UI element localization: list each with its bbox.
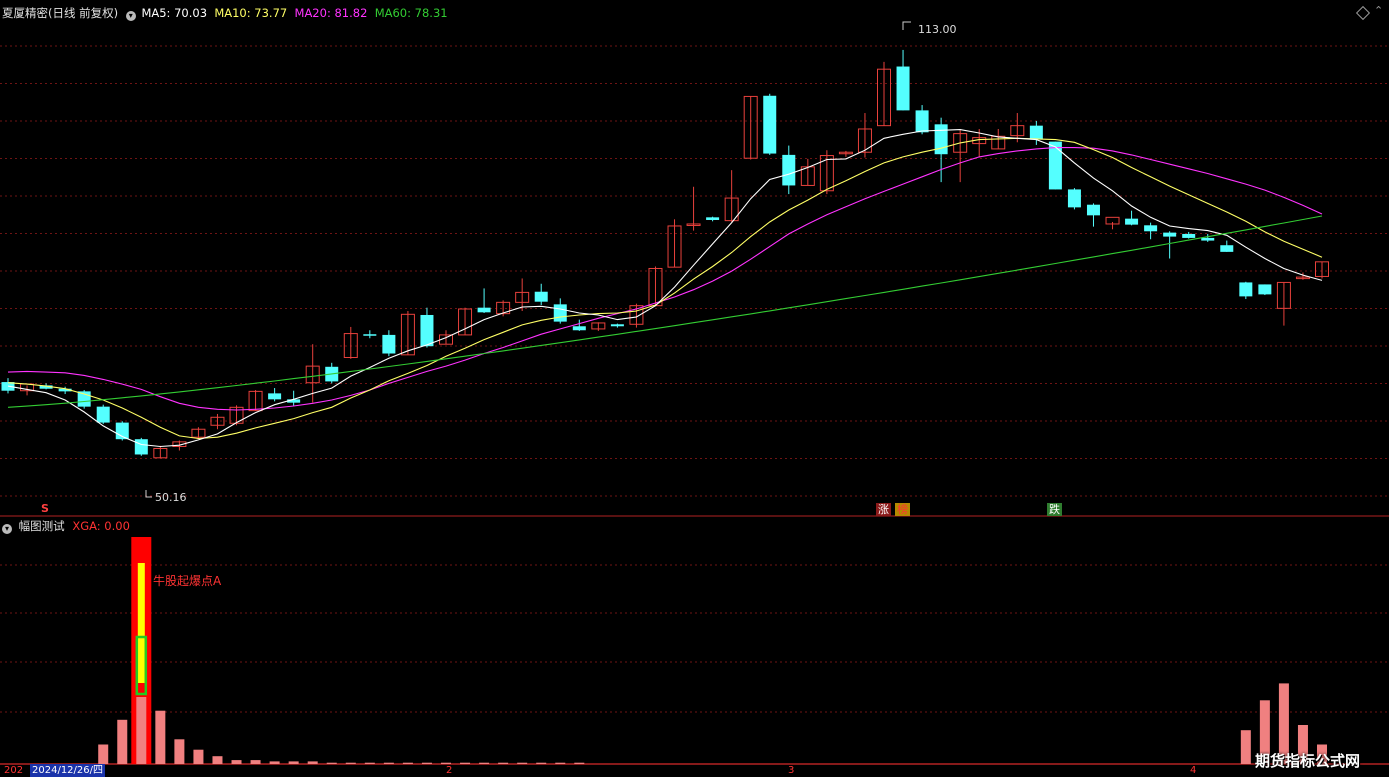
volume-bar [421,762,432,764]
candle-body-down [1239,282,1253,297]
xga-value: XGA: 0.00 [72,519,130,533]
tick-feb: 2 [446,765,453,776]
candle-body-down [477,307,491,313]
candle-body-down [1125,218,1139,225]
signal-volume-bar [136,697,147,764]
candle-body-down [420,314,434,347]
low-price-label: 50.16 [155,491,187,504]
candle-body-down [915,110,929,133]
ma10-line [7,137,1323,440]
volume-bar [1240,730,1251,764]
volume-bar [460,762,471,764]
chevron-up-icon[interactable]: ⌃ [1374,4,1383,17]
ma60-line [7,215,1323,408]
volume-bar [326,762,337,764]
volume-bar [231,760,242,764]
candle-body-down [1144,225,1158,232]
volume-bar [155,710,166,764]
chart-header: 夏厦精密(日线 前复权) ▾ MA5: 70.03 MA10: 73.77 MA… [2,6,448,21]
volume-bar [174,739,185,764]
indicator-header: ▾ 幅图测试 XGA: 0.00 [2,519,130,534]
candle-body-down [1029,125,1043,140]
candle-body-down [763,95,777,154]
candle-body-down [706,217,720,220]
volume-bar [307,761,318,764]
candle-body-down [782,154,796,186]
volume-bar [383,762,394,764]
volume-bar [555,762,566,764]
candle-body-down [534,291,548,302]
tick-apr: 4 [1190,765,1197,776]
watermark: 期货指标公式网 [1255,752,1361,770]
volume-bar [269,761,280,764]
volume-bar [345,762,356,764]
candle-body-down [1048,141,1062,190]
ma5-legend: MA5: 70.03 [141,6,208,20]
volume-bar [536,762,547,764]
volume-bar [364,762,375,764]
candle-body-down [1220,245,1234,252]
price-chart[interactable] [0,0,1389,777]
volume-bar [498,762,509,764]
high-price-label: 113.00 [918,23,957,36]
indicator-menu-icon[interactable]: ▾ [2,524,12,534]
candle-body-down [1258,284,1272,295]
ma20-line [7,147,1323,411]
candle-body-down [1086,204,1100,216]
candle-body-down [382,334,396,354]
ma10-legend: MA10: 73.77 [214,6,288,20]
rise-badge: 涨 [876,503,891,516]
ma5-line [7,129,1323,448]
volume-bar [117,719,128,764]
date-stub: 202 [4,765,24,776]
ma20-legend: MA20: 81.82 [294,6,368,20]
volume-bar [479,762,490,764]
candle-body-down [896,66,910,111]
candle-body-down [134,439,148,455]
candle-body-down [1201,237,1215,241]
stock-title: 夏厦精密(日线 前复权) [2,6,119,20]
candle-body-down [553,304,567,322]
volume-bar [402,762,413,764]
kline-chart-window: 夏厦精密(日线 前复权) ▾ MA5: 70.03 MA10: 73.77 MA… [0,0,1389,777]
volume-bar [98,744,109,764]
high-leader [902,21,911,30]
toggle-ma-icon[interactable]: ▾ [125,11,136,21]
tick-mar: 3 [788,765,795,776]
volume-bar [193,749,204,764]
candle-body-down [363,334,377,336]
signal-inner-yellow [137,563,145,683]
candle-body-down [572,326,586,331]
volume-bar [517,762,528,764]
cursor-date: 2024/12/26/四 [30,764,106,777]
signal-label: 牛股起爆点A [153,574,222,588]
volume-bar [574,762,585,764]
rank-badge: 榜 [895,503,910,516]
candle-body-down [610,324,624,327]
candle-body-down [1182,233,1196,238]
ma60-legend: MA60: 78.31 [374,6,448,20]
sell-signal-marker: S [41,502,49,515]
candle-body-down [934,124,948,155]
volume-bar [250,760,261,764]
candle-body-down [96,406,110,423]
indicator-title: 幅图测试 [18,519,65,533]
candle-body-down [268,393,282,400]
volume-bar [212,756,223,764]
candle-body-down [1163,232,1177,237]
candle-body-down [1067,189,1081,208]
volume-bar [288,761,299,764]
fall-badge: 跌 [1047,503,1062,516]
